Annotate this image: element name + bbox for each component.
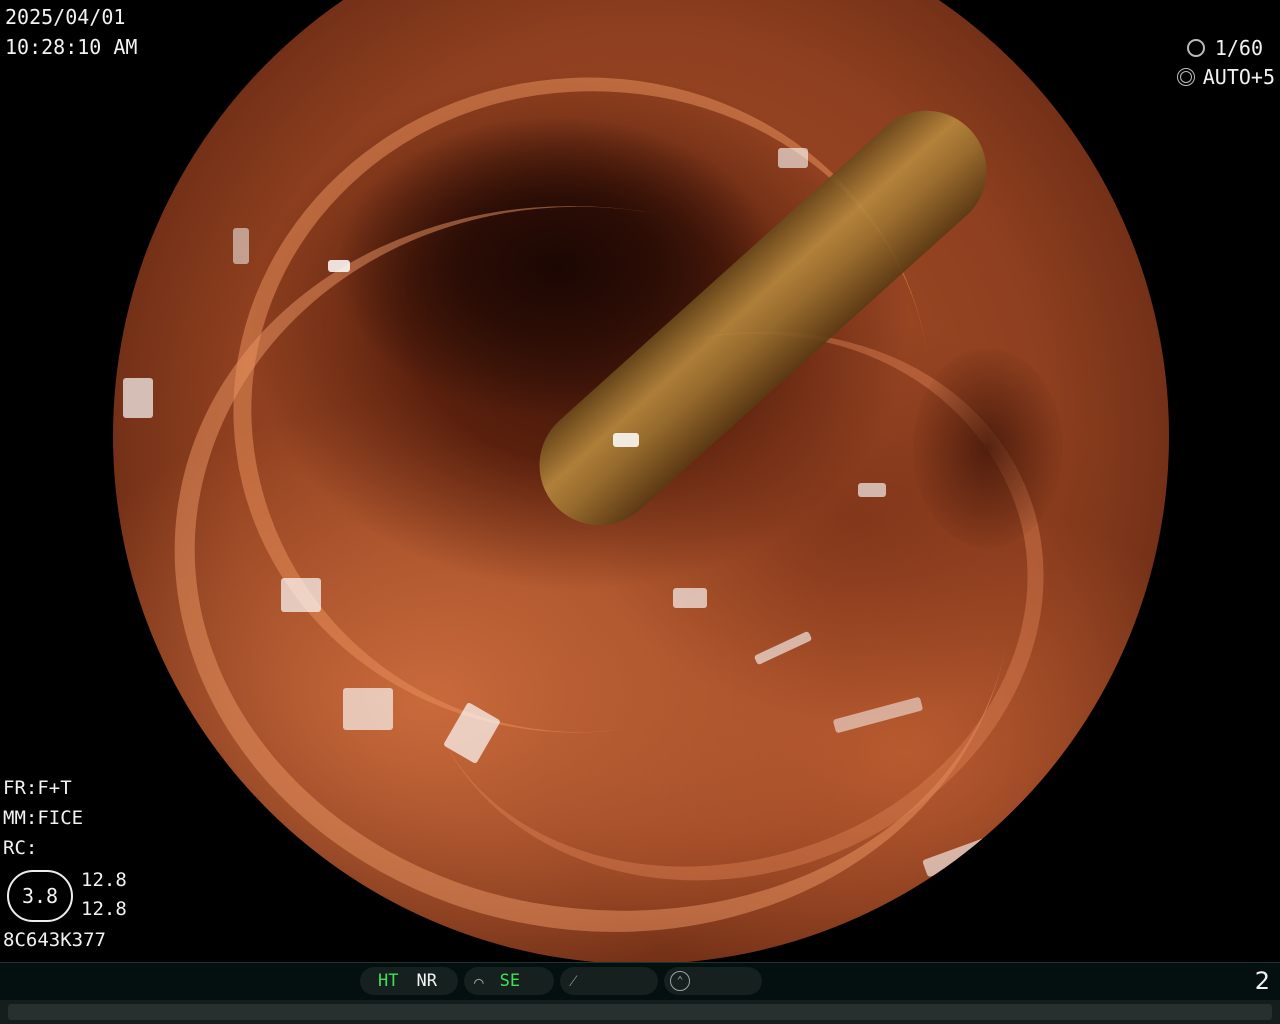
ht-nr-indicator[interactable]: HT NR — [360, 967, 458, 995]
specular-highlight — [778, 148, 808, 168]
magnification-value: 3.8 — [21, 884, 59, 908]
slash-indicator[interactable]: ⁄ — [560, 967, 658, 995]
page-number: 2 — [1254, 967, 1270, 995]
shutter-readout: 1/60 — [1186, 36, 1263, 60]
shutter-value: 1/60 — [1214, 36, 1263, 60]
setting-value-bottom: 12.8 — [81, 898, 127, 920]
slash-icon: ⁄ — [572, 971, 575, 990]
specular-highlight — [922, 836, 994, 878]
iris-value: AUTO+5 — [1202, 65, 1275, 89]
setting-value-top: 12.8 — [81, 869, 127, 891]
bottom-strip-track — [8, 1004, 1272, 1020]
mode-label: MM:FICE — [3, 807, 84, 829]
specular-highlight — [343, 688, 393, 730]
frame-rate-mode: FR:F+T — [3, 777, 72, 799]
magnification-badge: 3.8 — [7, 870, 73, 922]
specular-highlight — [613, 433, 639, 447]
se-indicator[interactable]: ⌒ SE — [464, 967, 554, 995]
curve-icon: ⌒ — [474, 971, 484, 991]
specular-highlight — [858, 483, 886, 497]
iris-icon — [1176, 68, 1195, 86]
endoscopy-screen: 2025/04/01 10:28:10 AM 1/60 AUTO+5 FR:F+… — [0, 0, 1280, 1024]
pump-icon: ⌃ — [670, 971, 690, 991]
dark-region — [913, 348, 1063, 548]
device-code: 8C643K377 — [3, 929, 106, 951]
specular-highlight — [123, 378, 153, 418]
bottom-strip — [0, 1000, 1280, 1024]
iris-readout: AUTO+5 — [1176, 65, 1275, 89]
pump-indicator[interactable]: ⌃ — [664, 967, 762, 995]
specular-highlight — [328, 260, 350, 272]
exam-date: 2025/04/01 — [5, 5, 126, 29]
rc-label: RC: — [3, 837, 38, 859]
specular-highlight — [281, 578, 321, 612]
specular-highlight — [233, 228, 249, 264]
exam-time: 10:28:10 AM — [5, 35, 138, 59]
shutter-icon — [1186, 39, 1205, 57]
specular-highlight — [673, 588, 707, 608]
nr-label: NR — [416, 971, 437, 991]
endoscopic-image — [113, 0, 1169, 964]
ht-label: HT — [378, 971, 399, 991]
se-label: SE — [499, 971, 521, 991]
